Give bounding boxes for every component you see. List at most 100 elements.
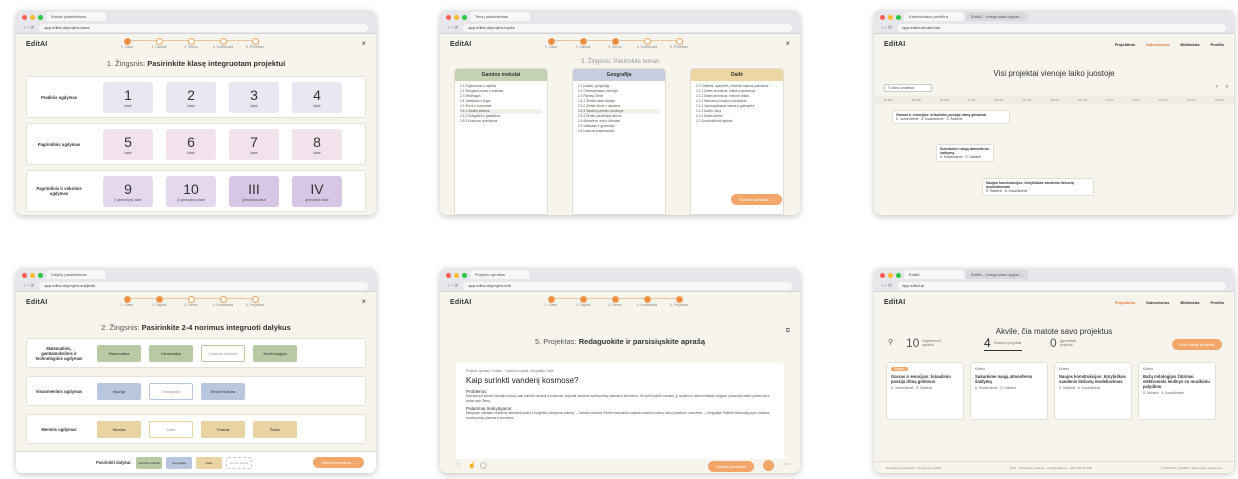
step-2[interactable]: 2. Dalykai [567,295,613,307]
topic-item[interactable]: 2.2 Sociokultūrinė aplinka [696,119,778,124]
logo[interactable]: EditAI [884,299,905,306]
close-dot[interactable] [446,273,451,278]
selected-chip[interactable]: Geografija [166,457,192,469]
footer-links[interactable]: Naudojimosi taisyklės · Privatumo politi… [886,466,941,470]
maximize-dot[interactable] [38,15,43,20]
back-icon[interactable]: ‹ › ⟳ [882,25,892,31]
new-project-button[interactable]: Kurti naują projektą [1171,339,1222,350]
subject-chip[interactable]: Muzika [97,421,141,438]
subject-chip-selected[interactable]: Geografija [149,383,193,400]
next-arrow-icon[interactable]: › [1226,84,1228,90]
address-bar[interactable]: app.editai.ai/project-edit [463,281,792,290]
subject-chip[interactable]: Informatika [149,345,193,362]
step-5[interactable]: 5. Projektas [663,37,695,49]
create-lesson-button[interactable]: Sukurti pamokos → [731,194,782,205]
browser-tab[interactable]: Temų pasirinkimas [470,12,530,21]
close-dot[interactable] [22,273,27,278]
step-1[interactable]: 1. Klasė [111,295,157,307]
subject-chip[interactable]: Šokis [253,421,297,438]
chat-icon[interactable] [763,460,774,471]
nav-calendar[interactable]: Kalendorius [1146,42,1169,47]
browser-tab[interactable]: Kalendoriaus peržiūra [904,12,964,21]
browser-tab[interactable]: Projekto aprašas [470,270,530,279]
minimize-dot[interactable] [888,15,893,20]
back-icon[interactable]: ‹ › ⟳ [24,283,34,289]
subject-chip-selected[interactable]: Gamtos mokslai [201,345,245,362]
step-4[interactable]: 4. Kontekstas [631,295,677,307]
back-icon[interactable]: ‹ › ⟳ [448,283,458,289]
project-card[interactable]: Kūrimo Naujos konstrukcijos: kūrybiškas v… [1054,362,1132,420]
subject-chip[interactable]: Etninė kultūra [201,383,245,400]
maximize-dot[interactable] [896,15,901,20]
step-1[interactable]: 1. Klasė [535,37,581,49]
address-bar[interactable]: app.editai.ai/project-subjects [39,281,368,290]
class-card-1[interactable]: 1 klasė [103,82,153,113]
subject-chip[interactable]: Technologijos [253,345,297,362]
logo[interactable]: EditAI [26,299,47,306]
footer-contacts[interactable]: DUK · Naudotojo vadovas · info@editai.eu… [1010,466,1092,470]
address-bar[interactable]: app.editai.ai/project-class [39,23,368,32]
thumbs-up-icon[interactable]: ☝ [468,462,475,469]
nav-profile[interactable]: Profilis [1210,42,1224,47]
subject-chip-selected[interactable]: Dailė [149,421,193,438]
close-dot[interactable] [880,15,885,20]
create-lesson-button[interactable]: Sukurti pamokos → [313,457,364,468]
selected-chip[interactable]: Gamtos mokslai [136,457,162,469]
subject-chip[interactable]: Istorija [97,383,141,400]
minimize-dot[interactable] [888,273,893,278]
project-card[interactable]: Kūrimo Bažų mitologijos žiūrimai elektron… [1138,362,1216,420]
step-1[interactable]: 1. Klasė [535,295,581,307]
nav-calendar[interactable]: Kalendorius [1146,300,1169,305]
logo[interactable]: EditAI [26,41,47,48]
maximize-dot[interactable] [462,273,467,278]
timeline-event[interactable]: Naujos konstrukcijos: kūrybiškas vandeni… [982,178,1094,196]
nav-library[interactable]: Biblioteka [1180,300,1199,305]
address-bar[interactable]: app.editai.ai [897,281,1226,290]
class-card-7[interactable]: 7 klasė [229,129,279,160]
step-4[interactable]: 4. Kontekstas [631,37,677,49]
step-3[interactable]: 3. Temos [599,37,645,49]
subject-chip[interactable]: Matematika [97,345,141,362]
copy-icon[interactable]: ⧉ [786,328,790,335]
close-icon[interactable]: × [361,39,366,48]
maximize-dot[interactable] [462,15,467,20]
back-icon[interactable]: ‹ › ⟳ [448,25,458,31]
project-filter[interactable]: ⚲ Mano projektai [884,84,932,92]
class-card-iii[interactable]: III gimnazijos klasė [229,176,279,207]
step-2[interactable]: 2. Dalykai [143,37,189,49]
class-card-4[interactable]: 4 klasė [292,82,342,113]
step-2[interactable]: 2. Dalykai [567,37,613,49]
project-card[interactable]: Skubus Garsas ir emocijos: kriaušinio poe… [886,362,964,420]
step-5[interactable]: 5. Projektas [239,37,271,49]
nav-profile[interactable]: Profilis [1210,300,1224,305]
browser-tab[interactable]: Dalykų pasirinkimas [46,270,106,279]
class-card-6[interactable]: 6 klasė [166,129,216,160]
nav-library[interactable]: Biblioteka [1180,42,1199,47]
minimize-dot[interactable] [454,15,459,20]
heart-icon[interactable]: ♡ [456,462,461,469]
step-3[interactable]: 3. Temos [599,295,645,307]
project-card[interactable]: Kūrimo Sukurkime naują atmosferos šaldymą… [970,362,1048,420]
close-dot[interactable] [22,15,27,20]
nav-projects[interactable]: Projektinis [1115,300,1135,305]
class-card-9[interactable]: 9 (I gimnazijos) klasė [103,176,153,207]
subject-chip[interactable]: Teatras [201,421,245,438]
timeline-event[interactable]: Garsas ir emocijos: kriaušinio poezija r… [892,110,1010,124]
step-3[interactable]: 3. Temos [175,37,221,49]
close-dot[interactable] [446,15,451,20]
address-bar[interactable]: app.editai.ai/calendar [897,23,1226,32]
close-icon[interactable]: × [785,39,790,48]
stat-ongoing[interactable]: 4 Einamieji projektai [984,336,1022,351]
minimize-dot[interactable] [30,15,35,20]
prev-arrow-icon[interactable]: ‹ [1216,84,1218,90]
create-lesson-button[interactable]: Sukurti pamokos [708,461,754,472]
nav-projects[interactable]: Projektinis [1115,42,1135,47]
stat-generated[interactable]: 10 Sugeneruoti aprašai [906,336,950,350]
logo[interactable]: EditAI [450,299,471,306]
close-icon[interactable]: × [361,297,366,306]
comment-icon[interactable]: ◯ [480,462,487,469]
browser-tab-2[interactable]: EditAI – Integruotas ugdym... [966,12,1028,21]
step-2[interactable]: 2. Dalykai [143,295,189,307]
minimize-dot[interactable] [454,273,459,278]
topic-item[interactable]: 2.5.3 Kosmoso tyrinėjimas [460,119,542,124]
